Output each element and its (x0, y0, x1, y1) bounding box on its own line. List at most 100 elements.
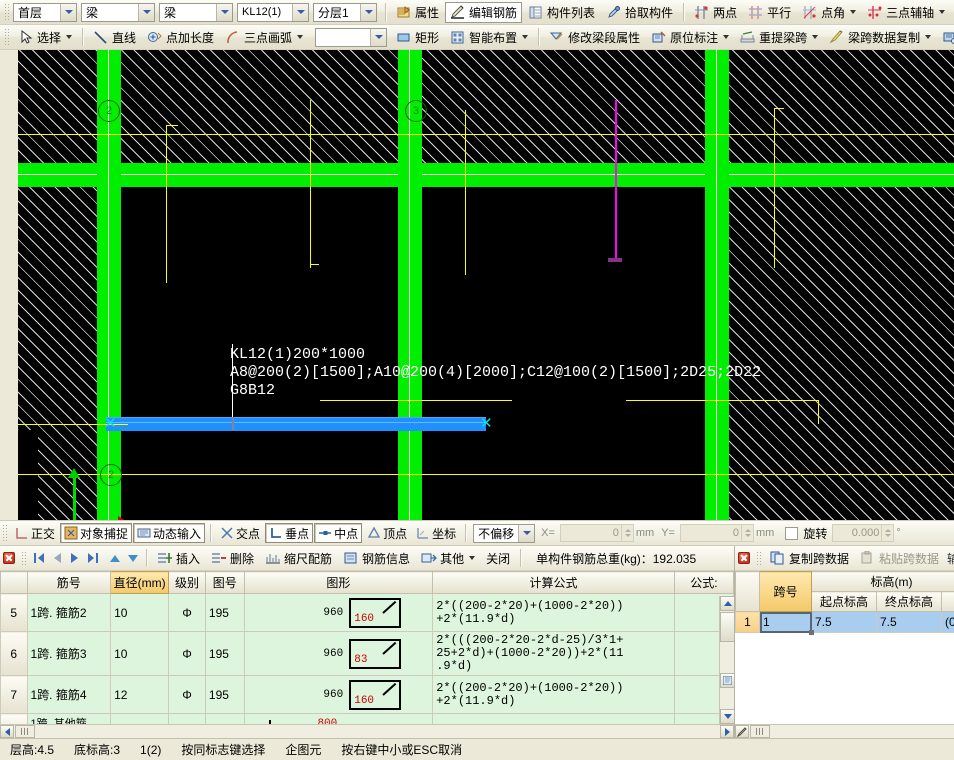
ortho-button[interactable]: 正交 (11, 523, 59, 543)
cell-shape[interactable]: 960 160 (244, 594, 433, 632)
col-extra[interactable] (942, 592, 954, 612)
three-point-axis-button[interactable]: 三点辅轴 (862, 2, 950, 23)
close-panel-button[interactable]: 关闭 (481, 548, 515, 569)
rebar-grid[interactable]: 筋号 直径(mm) 级别 图号 图形 计算公式 公式: 5 1跨. 箍筋2 10 (0, 571, 734, 738)
span-grid[interactable]: 跨号 标高(m) 起点标高 终点标高 1 1 7.5 7.5 (735, 571, 954, 738)
table-row[interactable]: 6 1跨. 箍筋3 10 Φ 195 960 83 (1, 632, 734, 676)
table-row[interactable]: 7 1跨. 箍筋4 12 Φ 195 960 160 (1, 676, 734, 714)
rebar-toolbar-grip[interactable] (20, 550, 27, 566)
cell-formula[interactable]: 2*((200-2*20)+(1000-2*20)) +2*(11.9*d) (433, 676, 675, 714)
grid-bubble-top-mid[interactable]: 3 (405, 100, 427, 122)
chevron-down-icon[interactable] (469, 556, 475, 560)
close-icon[interactable] (3, 552, 15, 564)
edit-rebar-button[interactable]: 编辑钢筋 (445, 2, 522, 23)
object-snap-button[interactable]: 对象捕捉 (60, 523, 132, 543)
vertex-button[interactable]: 顶点 (363, 523, 411, 543)
two-point-button[interactable]: 两点 (689, 2, 742, 23)
next-record-button[interactable] (66, 549, 84, 567)
first-record-button[interactable] (30, 549, 48, 567)
hscroll-left-button[interactable] (0, 725, 14, 738)
cell-end-elev[interactable]: 7.5 (877, 612, 942, 633)
last-record-button[interactable] (84, 549, 102, 567)
col-end-elev[interactable]: 终点标高 (877, 592, 942, 612)
rebar-grid-vscrollbar[interactable] (719, 596, 734, 724)
cell-formula[interactable]: 2*((200-2*20)+(1000-2*20)) +2*(11.9*d) (433, 594, 675, 632)
chevron-down-icon[interactable] (297, 35, 303, 39)
prev-record-button[interactable] (48, 549, 66, 567)
y-offset-input[interactable]: 0 (680, 524, 742, 542)
col-shape[interactable]: 图形 (244, 572, 433, 594)
hscroll-thumb[interactable] (15, 725, 35, 738)
cell-formula[interactable]: 2*(((200-2*20-2*d-25)/3*1+ 25+2*d)+(1000… (433, 632, 675, 676)
dynamic-input-button[interactable]: 动态输入 (133, 523, 205, 543)
pick-component-button[interactable]: 拾取构件 (601, 2, 678, 23)
chevron-down-icon[interactable] (292, 4, 308, 21)
chevron-down-icon[interactable] (812, 35, 818, 39)
col-diameter[interactable]: 直径(mm) (111, 572, 169, 594)
perpendicular-button[interactable]: 垂点 (265, 523, 313, 543)
modify-beam-segment-button[interactable]: 修改梁段属性 (544, 27, 645, 48)
scroll-down-button[interactable] (720, 709, 734, 724)
table-row[interactable]: 5 1跨. 箍筋2 10 Φ 195 960 160 (1, 594, 734, 632)
toolbar-grip[interactable] (3, 2, 10, 22)
intersection-button[interactable]: 交点 (216, 523, 264, 543)
move-up-button[interactable] (106, 549, 124, 567)
select-button[interactable]: 选择 (13, 27, 77, 48)
chevron-down-icon[interactable] (370, 29, 386, 46)
x-offset-input[interactable]: 0 (560, 524, 622, 542)
rotate-checkbox[interactable] (785, 527, 798, 540)
point-plus-length-button[interactable]: 点加长度 (142, 27, 219, 48)
copy-span-data-button[interactable]: 复制跨数据 (765, 548, 854, 569)
col-shape-no[interactable]: 图号 (205, 572, 244, 594)
smart-layout-button[interactable]: 智能布置 (445, 27, 533, 48)
properties-button[interactable]: 属性 (391, 2, 444, 23)
hscroll-right-button[interactable] (720, 725, 734, 738)
point-angle-button[interactable]: 点角 (797, 2, 861, 23)
grid-bubble-top-left[interactable]: 2 (98, 100, 120, 122)
table-row[interactable]: 1 1 7.5 7.5 (0 (736, 612, 954, 633)
cell-rebar-no[interactable]: 1跨. 箍筋2 (27, 594, 111, 632)
close-icon[interactable] (738, 552, 750, 564)
chevron-down-icon[interactable] (138, 4, 154, 21)
rectangle-button[interactable]: 矩形 (391, 27, 444, 48)
cell-grade[interactable]: Φ (169, 594, 206, 632)
chevron-down-icon[interactable] (522, 35, 528, 39)
col-formula[interactable]: 计算公式 (433, 572, 675, 594)
vscroll-thumb[interactable] (720, 612, 734, 642)
cell-shape-no[interactable]: 195 (205, 594, 244, 632)
chevron-down-icon[interactable] (925, 35, 931, 39)
chevron-down-icon[interactable] (518, 525, 534, 542)
component-category-select[interactable]: 梁 (159, 3, 233, 22)
grid-bubble-left[interactable]: 2 (100, 464, 122, 486)
col-formula2[interactable]: 公式: (674, 572, 733, 594)
cell-span-no[interactable]: 1 (760, 612, 812, 633)
cell-diameter[interactable]: 12 (111, 676, 169, 714)
cell-shape-no[interactable]: 195 (205, 676, 244, 714)
component-type-select[interactable]: 梁 (81, 3, 155, 22)
chevron-down-icon[interactable] (723, 35, 729, 39)
scroll-page-marker[interactable] (720, 673, 734, 688)
cell-rebar-no[interactable]: 1跨. 箍筋3 (27, 632, 111, 676)
chevron-down-icon[interactable] (850, 10, 856, 14)
span-edit-button[interactable] (735, 725, 749, 738)
paste-span-data-button[interactable]: 粘贴跨数据 (855, 548, 944, 569)
chevron-down-icon[interactable] (60, 4, 76, 21)
chevron-down-icon[interactable] (216, 4, 232, 21)
delete-row-button[interactable]: 删除 (206, 548, 259, 569)
col-span-no[interactable]: 跨号 (760, 572, 812, 612)
cell-grade[interactable]: Φ (169, 632, 206, 676)
col-elevation-group[interactable]: 标高(m) (812, 572, 954, 592)
input-more-label[interactable]: 输入当 (947, 550, 954, 567)
rotate-input[interactable]: 0.000 (832, 524, 882, 542)
col-rebar-no[interactable]: 筋号 (27, 572, 111, 594)
selected-beam[interactable] (106, 417, 486, 431)
col-grade[interactable]: 级别 (169, 572, 206, 594)
col-corner[interactable] (736, 572, 760, 612)
component-name-select[interactable]: KL12(1) (237, 3, 309, 22)
span-data-copy-button[interactable]: 梁跨数据复制 (824, 27, 936, 48)
three-point-arc-button[interactable]: 三点画弧 (220, 27, 308, 48)
span-toolbar-grip[interactable] (755, 550, 762, 566)
beam-horizontal-top[interactable] (18, 163, 954, 187)
cell-grade[interactable]: Φ (169, 676, 206, 714)
rebar-info-button[interactable]: 钢筋信息 (338, 548, 415, 569)
